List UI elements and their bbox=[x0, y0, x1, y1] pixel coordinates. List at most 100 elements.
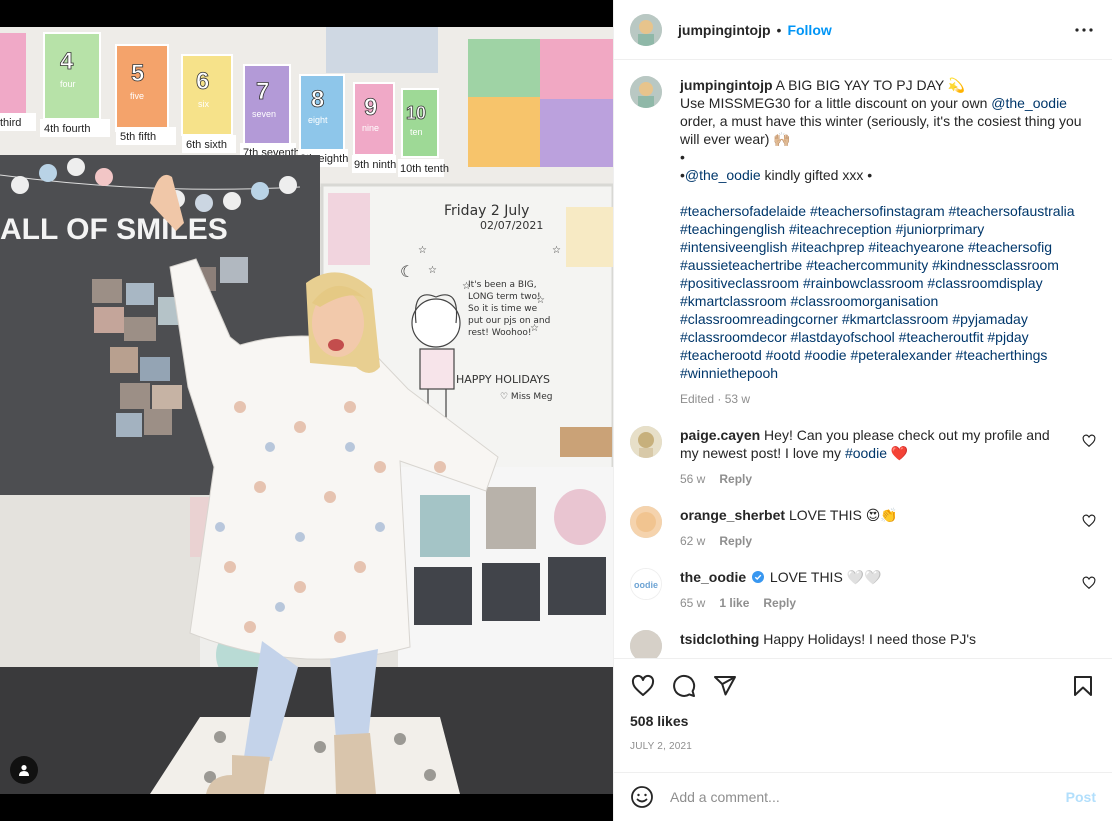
wall-banner-text: ALL OF SMILES bbox=[0, 213, 228, 246]
number-card-text: 4 bbox=[60, 48, 74, 75]
avatar[interactable] bbox=[630, 76, 662, 108]
number-card-text: 6 bbox=[196, 68, 209, 95]
comment-meta: 56 w Reply bbox=[680, 470, 1070, 488]
comment-text: LOVE THIS 😍👏 bbox=[788, 507, 898, 523]
comment-username[interactable]: orange_sherbet bbox=[680, 507, 785, 523]
action-icons-row bbox=[630, 659, 1096, 713]
number-card-text: 9 bbox=[364, 94, 377, 121]
number-card-word: eight bbox=[308, 115, 328, 125]
number-card-word: ten bbox=[410, 127, 423, 137]
comment-meta: 62 w Reply bbox=[680, 532, 1070, 550]
bookmark-icon bbox=[1074, 676, 1092, 696]
whiteboard-message: It's been a BIG, LONG term two! So it is… bbox=[468, 280, 551, 338]
ordinal-label: 9th ninth bbox=[354, 159, 396, 171]
heart-icon bbox=[631, 674, 655, 696]
header-username[interactable]: jumpingintojp bbox=[678, 22, 771, 38]
comment-item: orange_sherbet LOVE THIS 😍👏 62 w Reply bbox=[630, 506, 1096, 550]
avatar[interactable] bbox=[630, 13, 662, 46]
post-modal: 4 5 6 7 8 9 10 four five six seven eight bbox=[0, 0, 1112, 821]
share-button[interactable] bbox=[712, 673, 738, 699]
post-side-panel: jumpingintojp • Follow jumpingintojp A B… bbox=[613, 0, 1112, 821]
mention-link[interactable]: @the_oodie bbox=[685, 167, 761, 183]
caption-body: jumpingintojp A BIG BIG YAY TO PJ DAY 💫 … bbox=[680, 76, 1085, 408]
number-card-word: nine bbox=[362, 123, 379, 133]
comment-username[interactable]: the_oodie bbox=[680, 569, 746, 585]
comments-scroll-area[interactable]: jumpingintojp A BIG BIG YAY TO PJ DAY 💫 … bbox=[614, 60, 1112, 658]
svg-text:☆: ☆ bbox=[552, 245, 561, 256]
more-options-button[interactable] bbox=[1072, 18, 1096, 42]
ordinal-label: 4th fourth bbox=[44, 123, 90, 135]
svg-text:☆: ☆ bbox=[462, 281, 471, 292]
comment-item: tsidclothing Happy Holidays! I need thos… bbox=[630, 630, 1096, 658]
ordinal-label: 5th fifth bbox=[120, 131, 156, 143]
avatar[interactable] bbox=[630, 630, 662, 658]
reply-button[interactable]: Reply bbox=[719, 470, 752, 488]
reply-button[interactable]: Reply bbox=[763, 594, 796, 612]
post-date[interactable]: July 2, 2021 bbox=[630, 741, 1096, 752]
comment-meta: 65 w 1 like Reply bbox=[680, 594, 1070, 612]
comment-input[interactable] bbox=[670, 789, 1066, 805]
caption-username[interactable]: jumpingintojp bbox=[680, 77, 773, 93]
svg-text:☆: ☆ bbox=[428, 265, 437, 276]
separator-dot: • bbox=[776, 21, 782, 38]
number-card-word: six bbox=[198, 99, 209, 109]
svg-text:☆: ☆ bbox=[418, 245, 427, 256]
ordinal-label: 6th sixth bbox=[186, 139, 227, 151]
user-tag-button[interactable] bbox=[10, 756, 38, 784]
comment-like-heart-icon[interactable] bbox=[1082, 434, 1096, 448]
post-comment-button[interactable]: Post bbox=[1066, 789, 1096, 805]
post-actions: 508 likes July 2, 2021 bbox=[614, 658, 1112, 752]
avatar[interactable]: oodie bbox=[630, 568, 662, 600]
comment-emoji: ❤️ bbox=[890, 445, 909, 461]
more-icon bbox=[1075, 27, 1093, 32]
svg-text:☾: ☾ bbox=[400, 264, 414, 281]
ordinal-label: third bbox=[0, 117, 21, 129]
comment-text: Happy Holidays! I need those PJ's bbox=[763, 631, 977, 647]
svg-text:☆: ☆ bbox=[536, 295, 545, 306]
caption-line-6: kindly gifted xxx • bbox=[764, 167, 873, 183]
comment-like-heart-icon[interactable] bbox=[1082, 576, 1096, 590]
number-card-word: four bbox=[60, 79, 76, 89]
caption-line-2: Use MISSMEG30 for a little discount on y… bbox=[680, 95, 988, 111]
caption-hashtags[interactable]: #teachersofadelaide #teachersofinstagram… bbox=[680, 202, 1085, 382]
comment-like-heart-icon[interactable] bbox=[1082, 514, 1096, 528]
avatar[interactable] bbox=[630, 426, 662, 458]
comment-hashtag[interactable]: #oodie bbox=[845, 445, 887, 461]
comment-body: the_oodie LOVE THIS 🤍🤍 65 w 1 like Reply bbox=[680, 568, 1070, 612]
mention-link[interactable]: @the_oodie bbox=[991, 95, 1067, 111]
add-comment-bar: Post bbox=[614, 772, 1112, 821]
comment-username[interactable]: tsidclothing bbox=[680, 631, 759, 647]
caption-line-3: order, a must have this winter (seriousl… bbox=[680, 113, 1082, 147]
reply-button[interactable]: Reply bbox=[719, 532, 752, 550]
like-button[interactable] bbox=[630, 673, 656, 699]
comment-username[interactable]: paige.cayen bbox=[680, 427, 760, 443]
post-photo[interactable]: 4 5 6 7 8 9 10 four five six seven eight bbox=[0, 27, 613, 794]
comment-text: LOVE THIS 🤍🤍 bbox=[769, 569, 882, 585]
number-card-word: five bbox=[130, 91, 144, 101]
caption-line-1: A BIG BIG YAY TO PJ DAY 💫 bbox=[775, 77, 966, 93]
number-card-text: 8 bbox=[311, 86, 324, 113]
follow-button[interactable]: Follow bbox=[787, 22, 831, 38]
comment-button[interactable] bbox=[671, 673, 697, 699]
save-button[interactable] bbox=[1070, 673, 1096, 699]
whiteboard-date-num: 02/07/2021 bbox=[480, 219, 543, 232]
whiteboard-date: Friday 2 July bbox=[444, 203, 529, 219]
post-photo-panel: 4 5 6 7 8 9 10 four five six seven eight bbox=[0, 0, 613, 821]
verified-badge-icon bbox=[752, 571, 765, 583]
comment-age: 65 w bbox=[680, 596, 706, 610]
number-card-text: 10 bbox=[406, 103, 426, 123]
number-card-text: 5 bbox=[131, 60, 144, 87]
caption-meta: Edited · 53 w bbox=[680, 390, 1085, 408]
ordinal-label: 10th tenth bbox=[400, 163, 449, 175]
comment-likes-count[interactable]: 1 like bbox=[719, 594, 749, 612]
comment-age: 56 w bbox=[680, 472, 706, 486]
user-tag-icon bbox=[19, 765, 29, 776]
post-caption: jumpingintojp A BIG BIG YAY TO PJ DAY 💫 … bbox=[630, 76, 1096, 408]
likes-count[interactable]: 508 likes bbox=[630, 713, 1096, 729]
avatar[interactable] bbox=[630, 506, 662, 538]
classroom-photo: 4 5 6 7 8 9 10 four five six seven eight bbox=[0, 27, 613, 794]
svg-text:oodie: oodie bbox=[634, 580, 658, 590]
comment-age: 62 w bbox=[680, 534, 706, 548]
comment-body: tsidclothing Happy Holidays! I need thos… bbox=[680, 630, 1070, 658]
emoji-icon[interactable] bbox=[630, 785, 654, 809]
